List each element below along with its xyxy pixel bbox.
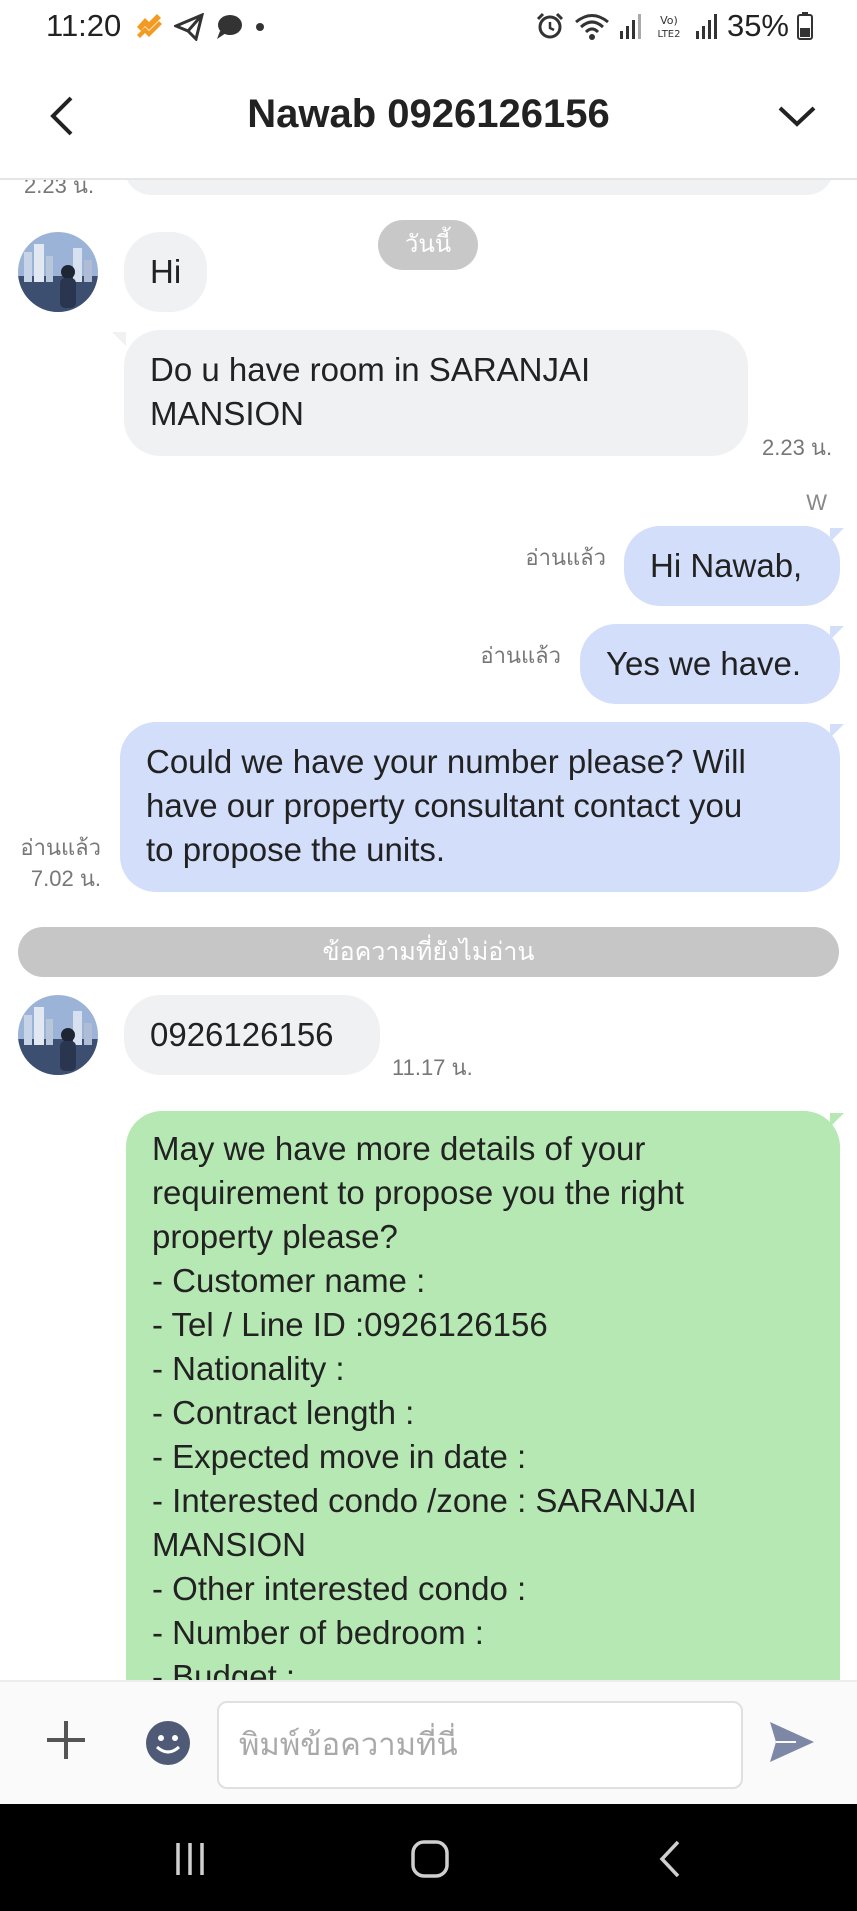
- status-bar: 11:20 Vo) LTE2 35%: [0, 0, 857, 56]
- clipped-previous-bubble: [124, 180, 834, 195]
- smiley-icon: [146, 1721, 190, 1765]
- outgoing-message[interactable]: Yes we have.: [580, 624, 840, 704]
- details-line: MANSION: [152, 1526, 307, 1563]
- avatar[interactable]: [18, 995, 98, 1075]
- dot-icon: [256, 23, 264, 31]
- recent-apps-button[interactable]: [160, 1834, 220, 1884]
- clipped-time-label: 2.23 น.: [24, 180, 95, 198]
- message-text-line: MANSION: [150, 395, 305, 432]
- bubble-tail: [112, 332, 126, 346]
- message-text-line: Do u have room in SARANJAI: [150, 351, 591, 388]
- details-line: - Customer name :: [152, 1262, 426, 1299]
- read-status: อ่านแล้ว: [480, 643, 561, 668]
- volte-icon: Vo) LTE2: [657, 14, 680, 40]
- details-line: May we have more details of your: [152, 1130, 646, 1167]
- message-time: 2.23 น.: [762, 435, 833, 460]
- details-line: - Expected move in date :: [152, 1438, 527, 1475]
- home-icon: [411, 1840, 449, 1878]
- notification-icons: [134, 12, 266, 42]
- incoming-message[interactable]: 0926126156: [124, 995, 380, 1075]
- details-line: - Interested condo /zone : SARANJAI: [152, 1482, 697, 1519]
- read-status: อ่านแล้ว: [20, 835, 101, 860]
- message-text-line: have our property consultant contact you: [146, 787, 743, 824]
- message-text: Hi: [150, 253, 182, 290]
- status-right: Vo) LTE2 35%: [535, 8, 813, 44]
- chat-bubble-icon: [217, 15, 242, 39]
- sender-initial: W: [806, 490, 827, 515]
- back-nav-button[interactable]: [640, 1834, 700, 1884]
- svg-text:Vo): Vo): [660, 14, 678, 27]
- send-icon: [770, 1722, 814, 1762]
- date-separator: วันนี้: [378, 220, 478, 270]
- message-text: 0926126156: [150, 1016, 334, 1053]
- message-input-bar: [0, 1680, 857, 1804]
- svg-text:LTE2: LTE2: [657, 29, 680, 40]
- chevron-down-icon: [778, 106, 816, 127]
- message-text: Yes we have.: [606, 645, 802, 682]
- details-line: - Budget :: [152, 1658, 296, 1680]
- incoming-message[interactable]: Do u have room in SARANJAI MANSION: [124, 330, 748, 456]
- avatar-photo-icon: [18, 232, 98, 312]
- unread-divider: ข้อความที่ยังไม่อ่าน: [18, 927, 839, 977]
- avatar-photo-icon: [18, 995, 98, 1075]
- chat-header: Nawab 0926126156: [0, 56, 857, 180]
- send-button[interactable]: [766, 1716, 818, 1768]
- orange-app-icon: [137, 14, 162, 38]
- bubble-tail: [830, 724, 844, 738]
- details-line: - Contract length :: [152, 1394, 415, 1431]
- incoming-message[interactable]: Hi: [124, 232, 208, 312]
- chat-title: Nawab 0926126156: [247, 92, 610, 136]
- outgoing-message[interactable]: Hi Nawab,: [624, 526, 840, 606]
- wifi-icon: [575, 14, 609, 40]
- signal-icon: [619, 14, 641, 39]
- details-line: - Other interested condo :: [152, 1570, 527, 1607]
- message-text: Hi Nawab,: [650, 547, 803, 584]
- system-navigation-bar: [0, 1804, 857, 1911]
- back-arrow-icon: [659, 1840, 680, 1878]
- signal-icon-2: [695, 14, 717, 39]
- read-status: อ่านแล้ว: [525, 545, 606, 570]
- message-list[interactable]: 2.23 น. วันนี้ Hi Do u have room in SARA: [0, 180, 857, 1680]
- status-time: 11:20: [46, 8, 122, 43]
- plus-icon: [47, 1721, 85, 1759]
- telegram-icon: [174, 13, 204, 41]
- details-line: requirement to propose you the right: [152, 1174, 684, 1211]
- details-line: - Tel / Line ID :0926126156: [152, 1306, 548, 1343]
- bubble-tail: [830, 626, 844, 640]
- battery-icon: [797, 12, 813, 40]
- add-attachment-button[interactable]: [38, 1712, 94, 1768]
- emoji-button[interactable]: [145, 1720, 191, 1766]
- battery-percent: 35%: [726, 8, 789, 43]
- recent-apps-icon: [176, 1843, 204, 1875]
- avatar[interactable]: [18, 232, 98, 312]
- chat-screen: 11:20 Vo) LTE2 35% Nawab 0926126156 2.23…: [0, 0, 857, 1911]
- message-input[interactable]: [217, 1701, 743, 1789]
- alarm-icon: [536, 12, 564, 39]
- bubble-tail: [830, 1113, 844, 1127]
- chat-menu-button[interactable]: [767, 86, 827, 146]
- outgoing-template-message[interactable]: May we have more details of your require…: [126, 1111, 840, 1680]
- details-line: - Nationality :: [152, 1350, 345, 1387]
- message-text-line: Could we have your number please? Will: [146, 743, 746, 780]
- outgoing-message[interactable]: Could we have your number please? Will h…: [120, 722, 840, 892]
- bubble-tail: [830, 528, 844, 542]
- message-text-line: to propose the units.: [146, 831, 446, 868]
- details-line: - Number of bedroom :: [152, 1614, 484, 1651]
- message-time: 11.17 น.: [392, 1055, 473, 1080]
- message-time: 7.02 น.: [30, 866, 101, 891]
- details-line: property please?: [152, 1218, 398, 1255]
- home-button[interactable]: [400, 1834, 460, 1884]
